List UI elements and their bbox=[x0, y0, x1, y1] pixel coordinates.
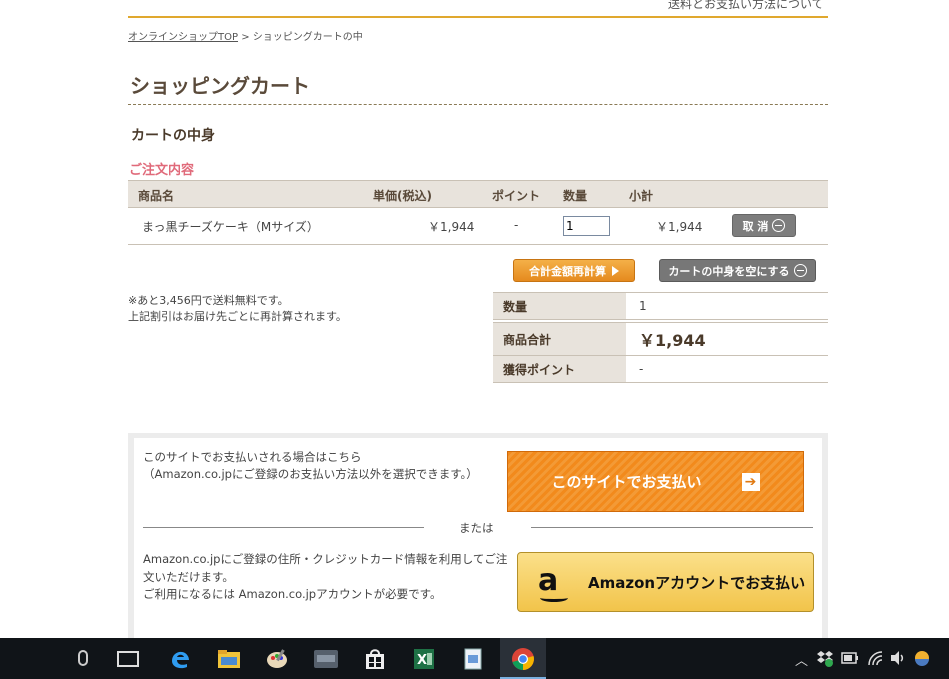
summary-row-points: 獲得ポイント - bbox=[493, 356, 828, 383]
chevron-up-icon[interactable]: ︿ bbox=[795, 650, 808, 669]
summary-row-total: 商品合計 ￥1,944 bbox=[493, 322, 828, 356]
empty-cart-button[interactable]: カートの中身を空にする bbox=[659, 259, 816, 282]
item-subtotal: ￥1,944 bbox=[656, 220, 703, 234]
cancel-item-button[interactable]: 取 消 bbox=[732, 214, 796, 237]
breadcrumb: オンラインショップTOP > ショッピングカートの中 bbox=[128, 28, 363, 43]
table-row: まっ黒チーズケーキ（Mサイズ） ￥1,944 - ￥1,944 取 消 bbox=[128, 208, 828, 245]
header-subtotal: 小計 bbox=[629, 189, 654, 203]
volume-icon[interactable] bbox=[888, 648, 908, 668]
shipping-note-line1: ※あと3,456円で送料無料です。 bbox=[128, 294, 289, 307]
minus-circle-icon bbox=[793, 264, 807, 277]
battery-icon bbox=[840, 648, 860, 668]
arrow-right-icon: ➔ bbox=[741, 472, 760, 491]
site-payment-description: このサイトでお支払いされる場合はこちら （Amazon.co.jpにご登録のお支… bbox=[143, 449, 503, 483]
shipping-note: ※あと3,456円で送料無料です。 上記割引はお届け先ごとに再計算されます。 bbox=[128, 293, 347, 325]
header-unit-price: 単価(税込) bbox=[373, 189, 432, 203]
amazon-pay-button[interactable]: a Amazonアカウントでお支払い bbox=[517, 552, 814, 612]
site-payment-button[interactable]: このサイトでお支払い ➔ bbox=[507, 451, 804, 512]
weather-icon[interactable] bbox=[912, 648, 932, 668]
document-viewer-icon[interactable] bbox=[460, 646, 486, 672]
payment-options-box: このサイトでお支払いされる場合はこちら （Amazon.co.jpにご登録のお支… bbox=[128, 433, 828, 638]
summary-quantity-value: 1 bbox=[639, 299, 647, 313]
dropbox-icon[interactable] bbox=[815, 648, 835, 668]
file-explorer-icon[interactable] bbox=[216, 646, 242, 672]
play-arrow-icon bbox=[612, 265, 619, 276]
shipping-note-line2: 上記割引はお届け先ごとに再計算されます。 bbox=[128, 310, 347, 323]
sirius-icon[interactable] bbox=[313, 646, 339, 672]
unit-price: ￥1,944 bbox=[428, 220, 475, 234]
breadcrumb-separator: > bbox=[238, 32, 253, 43]
cancel-label: 取 消 bbox=[742, 219, 769, 233]
header-points: ポイント bbox=[492, 189, 541, 203]
recalculate-label: 合計金額再計算 bbox=[529, 264, 606, 278]
store-icon[interactable] bbox=[362, 646, 388, 672]
wifi-icon[interactable] bbox=[866, 648, 886, 668]
payment-options-panel: このサイトでお支払いされる場合はこちら （Amazon.co.jpにご登録のお支… bbox=[134, 438, 822, 638]
summary-total-value: ￥1,944 bbox=[639, 331, 706, 350]
or-divider-right bbox=[531, 527, 813, 528]
paint-icon[interactable] bbox=[264, 646, 290, 672]
shipping-payment-link[interactable]: 送料とお支払い方法について bbox=[668, 0, 824, 12]
quantity-input[interactable] bbox=[563, 216, 610, 236]
amazon-payment-description: Amazon.co.jpにご登録の住所・クレジットカード情報を利用してご注文いた… bbox=[143, 551, 513, 604]
site-payment-text-1: このサイトでお支払いされる場合はこちら bbox=[143, 450, 362, 464]
breadcrumb-current: ショッピングカートの中 bbox=[252, 32, 363, 43]
amazon-logo-icon: a bbox=[538, 566, 570, 602]
page-title: ショッピングカート bbox=[130, 74, 310, 98]
taskbar: X ︿ bbox=[0, 638, 949, 679]
amazon-payment-text-1: Amazon.co.jpにご登録の住所・クレジットカード情報を利用してご注文いた… bbox=[143, 552, 508, 584]
site-payment-label: このサイトでお支払い bbox=[551, 473, 702, 491]
or-text: または bbox=[459, 521, 494, 535]
site-payment-text-2: （Amazon.co.jpにご登録のお支払い方法以外を選択できます。） bbox=[143, 467, 478, 481]
recalculate-button[interactable]: 合計金額再計算 bbox=[513, 259, 635, 282]
excel-icon[interactable]: X bbox=[411, 646, 437, 672]
breadcrumb-home-link[interactable]: オンラインショップTOP bbox=[128, 32, 238, 43]
item-points: - bbox=[514, 218, 519, 232]
summary-total-label: 商品合計 bbox=[493, 323, 626, 355]
chrome-icon[interactable] bbox=[510, 646, 536, 672]
edge-icon[interactable] bbox=[167, 646, 193, 672]
cart-table-header: 商品名 単価(税込) ポイント 数量 小計 bbox=[128, 180, 828, 208]
order-title: ご注文内容 bbox=[129, 163, 195, 178]
section-title: カートの中身 bbox=[131, 128, 215, 144]
page: 送料とお支払い方法について オンラインショップTOP > ショッピングカートの中… bbox=[0, 0, 949, 638]
or-divider-left bbox=[143, 527, 424, 528]
summary-quantity-label: 数量 bbox=[493, 293, 626, 319]
summary-points-value: - bbox=[639, 362, 644, 376]
header-rule bbox=[128, 16, 828, 18]
product-name: まっ黒チーズケーキ（Mサイズ） bbox=[142, 220, 319, 234]
summary-row-quantity: 数量 1 bbox=[493, 293, 828, 320]
amazon-pay-label: Amazonアカウントでお支払い bbox=[588, 573, 806, 592]
minus-circle-icon bbox=[772, 219, 786, 232]
title-divider bbox=[128, 104, 828, 105]
empty-cart-label: カートの中身を空にする bbox=[668, 264, 790, 278]
amazon-payment-text-2: ご利用になるには Amazon.co.jpアカウントが必要です。 bbox=[143, 587, 442, 601]
task-view-icon[interactable] bbox=[117, 651, 139, 667]
order-summary: 数量 1 商品合計 ￥1,944 獲得ポイント - bbox=[493, 292, 828, 383]
header-quantity: 数量 bbox=[563, 189, 588, 203]
microphone-icon[interactable] bbox=[78, 650, 88, 666]
svg-text:X: X bbox=[417, 653, 427, 668]
header-product-name: 商品名 bbox=[138, 189, 175, 203]
summary-points-label: 獲得ポイント bbox=[493, 356, 626, 382]
